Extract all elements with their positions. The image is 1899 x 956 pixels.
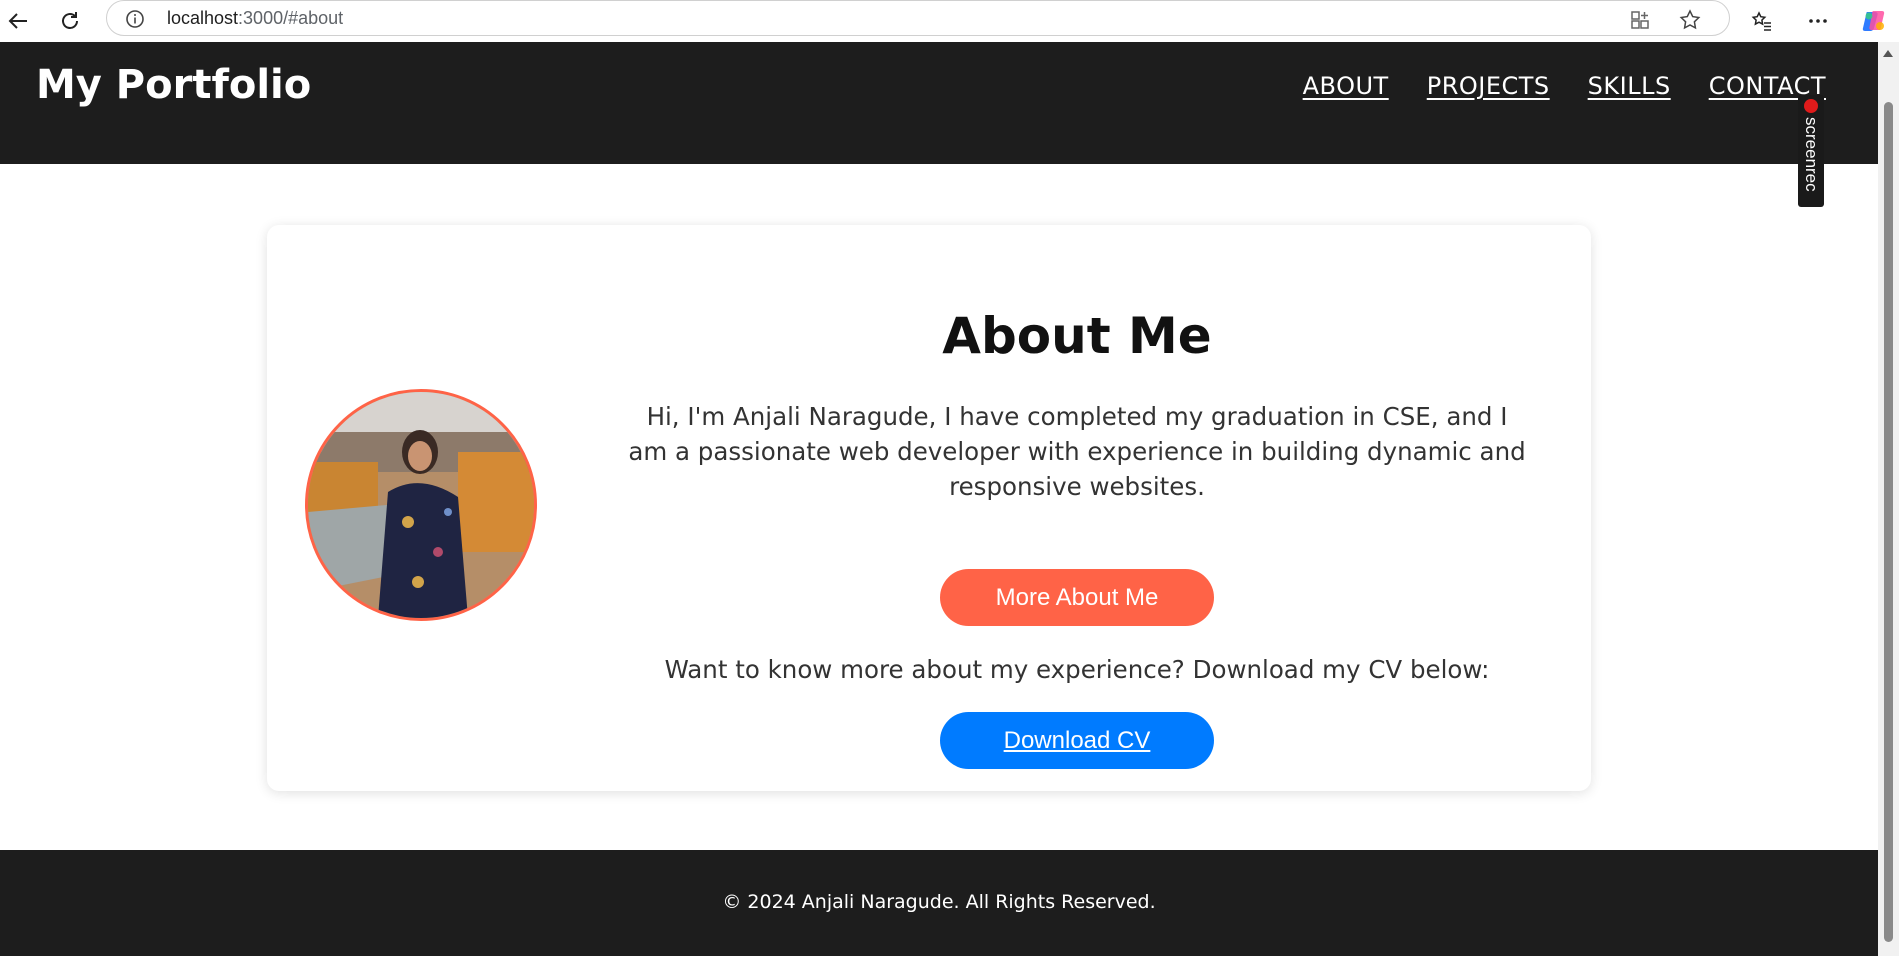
about-title: About Me [942, 307, 1212, 365]
cv-prompt: Want to know more about my experience? D… [664, 655, 1490, 684]
site-info-icon[interactable] [125, 9, 145, 29]
screenrec-label: screenrec [1802, 117, 1821, 192]
screenrec-widget[interactable]: screenrec [1798, 95, 1824, 207]
main-nav: ABOUT PROJECTS SKILLS CONTACT [1303, 72, 1826, 100]
scroll-up-icon[interactable] [1883, 50, 1893, 57]
nav-skills[interactable]: SKILLS [1588, 72, 1671, 100]
copilot-icon[interactable] [1856, 3, 1892, 39]
about-card: About Me Hi, I'm Anjali Naragude, I have… [267, 225, 1591, 791]
site-footer: © 2024 Anjali Naragude. All Rights Reser… [0, 850, 1878, 956]
favorites-icon[interactable] [1744, 3, 1780, 39]
url-text[interactable]: localhost:3000/#about [167, 8, 343, 29]
more-about-me-button[interactable]: More About Me [940, 569, 1214, 626]
page-scrollbar[interactable] [1878, 42, 1899, 956]
url-path: :3000/#about [238, 8, 344, 28]
site-header: My Portfolio ABOUT PROJECTS SKILLS CONTA… [0, 42, 1878, 164]
page: My Portfolio ABOUT PROJECTS SKILLS CONTA… [0, 42, 1878, 956]
footer-copyright: © 2024 Anjali Naragude. All Rights Reser… [722, 891, 1156, 913]
more-menu-icon[interactable] [1800, 3, 1836, 39]
nav-projects[interactable]: PROJECTS [1427, 72, 1550, 100]
site-brand[interactable]: My Portfolio [36, 62, 311, 108]
reload-icon[interactable] [52, 3, 88, 39]
address-bar[interactable]: localhost:3000/#about [106, 0, 1730, 36]
app-grid-icon[interactable] [1627, 7, 1653, 33]
download-cv-button[interactable]: Download CV [940, 712, 1214, 769]
nav-about[interactable]: ABOUT [1303, 72, 1389, 100]
url-host: localhost [167, 8, 239, 28]
back-icon[interactable] [0, 3, 36, 39]
favorite-star-icon[interactable] [1677, 7, 1703, 33]
about-bio: Hi, I'm Anjali Naragude, I have complete… [628, 402, 1526, 501]
scrollbar-thumb[interactable] [1884, 102, 1893, 942]
record-dot-icon [1804, 99, 1818, 113]
profile-photo [305, 389, 537, 621]
browser-toolbar: localhost:3000/#about [0, 0, 1899, 42]
